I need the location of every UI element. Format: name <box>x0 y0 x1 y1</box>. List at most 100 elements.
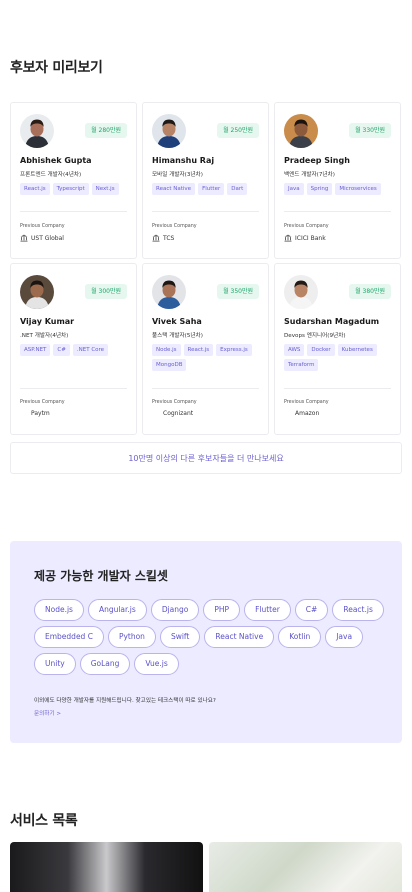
skill-chip[interactable]: Vue.js <box>134 653 179 675</box>
candidate-card[interactable]: 월 350만원 Vivek Saha 풀스택 개발자(5년차) Node.js Reac… <box>142 263 269 435</box>
skill-tag: Dart <box>227 183 248 195</box>
skill-tag: Next.js <box>91 183 119 195</box>
more-candidates-button[interactable]: 10만명 이상의 다른 후보자들을 더 만나보세요 <box>10 442 402 474</box>
company-name: Cognizant <box>163 409 194 417</box>
bank-icon <box>20 234 28 242</box>
candidate-role: 백엔드 개발자(7년차) <box>284 172 335 178</box>
candidate-name: Vivek Saha <box>152 317 202 326</box>
skill-tag: Microservices <box>335 183 381 195</box>
previous-company: Amazon <box>284 409 319 417</box>
skill-chip[interactable]: Flutter <box>244 599 291 621</box>
skills-list: Node.js Angular.js Django PHP Flutter C# React… <box>34 599 384 675</box>
skill-tag: Java <box>284 183 304 195</box>
skill-tag: Typescript <box>52 183 89 195</box>
skills-panel: 제공 가능한 개발자 스킬셋 Node.js Angular.js Django PH… <box>10 541 402 743</box>
skill-chip[interactable]: Angular.js <box>87 599 147 621</box>
skill-chip[interactable]: GoLang <box>79 653 131 675</box>
skill-tag: AWS <box>284 344 305 356</box>
skill-tags: ASP.NET C# .NET Core <box>20 344 130 356</box>
company-placeholder-icon <box>20 409 28 417</box>
previous-company: TCS <box>152 234 174 242</box>
skill-tag: Terraform <box>284 359 319 371</box>
previous-company: ICICI Bank <box>284 234 326 242</box>
bank-icon <box>152 234 160 242</box>
salary-badge: 월 380만원 <box>349 284 391 299</box>
skills-note: 이외에도 다양한 개발자를 지원해드립니다. 찾고있는 테크스택이 따로 있나요… <box>34 698 216 704</box>
card-divider <box>20 211 127 212</box>
services-section-title: 서비스 목록 <box>10 813 78 829</box>
contact-link[interactable]: 문의하기 > <box>34 709 61 717</box>
skill-tags: React Native Flutter Dart <box>152 183 262 195</box>
previous-company-label: Previous Company <box>284 400 329 405</box>
service-image-1[interactable] <box>10 842 203 892</box>
candidate-name: Sudarshan Magadum <box>284 317 380 326</box>
previous-company-label: Previous Company <box>20 400 65 405</box>
card-divider <box>152 211 259 212</box>
skill-tag: C# <box>53 344 70 356</box>
candidate-role: 프론트엔드 개발자(4년차) <box>20 172 82 178</box>
bank-icon <box>284 234 292 242</box>
candidate-name: Himanshu Raj <box>152 156 215 165</box>
candidate-role: Devops 엔지니어(9년차) <box>284 333 346 339</box>
avatar <box>152 275 186 309</box>
candidate-role: 풀스택 개발자(5년차) <box>152 333 203 339</box>
card-divider <box>20 388 127 389</box>
previous-company: UST Global <box>20 234 64 242</box>
company-name: UST Global <box>31 234 64 242</box>
company-placeholder-icon <box>152 409 160 417</box>
company-placeholder-icon <box>284 409 292 417</box>
card-divider <box>152 388 259 389</box>
previous-company-label: Previous Company <box>284 224 329 229</box>
skill-tags: AWS Docker Kubernetes Terraform <box>284 344 394 371</box>
candidate-card[interactable]: 월 280만원 Abhishek Gupta 프론트엔드 개발자(4년차) React… <box>10 102 137 259</box>
company-name: Paytm <box>31 409 50 417</box>
company-name: TCS <box>163 234 175 242</box>
candidate-role: .NET 개발자(4년차) <box>20 333 69 339</box>
skills-title: 제공 가능한 개발자 스킬셋 <box>34 569 168 583</box>
candidate-card[interactable]: 월 300만원 Vijay Kumar .NET 개발자(4년차) ASP.NET C#… <box>10 263 137 435</box>
skill-chip[interactable]: Django <box>150 599 200 621</box>
skill-tag: React.js <box>20 183 50 195</box>
skill-tag: Spring <box>306 183 333 195</box>
skill-tags: React.js Typescript Next.js <box>20 183 130 195</box>
salary-badge: 월 330만원 <box>349 123 391 138</box>
service-image-2[interactable] <box>209 842 402 892</box>
skill-chip[interactable]: C# <box>294 599 329 621</box>
skill-tag: Express.js <box>216 344 252 356</box>
skill-chip[interactable]: React.js <box>332 599 384 621</box>
skill-tag: Flutter <box>198 183 225 195</box>
avatar <box>284 114 318 148</box>
avatar <box>20 275 54 309</box>
skill-chip[interactable]: React Native <box>204 626 275 648</box>
avatar <box>20 114 54 148</box>
candidate-role: 모바일 개발자(3년차) <box>152 172 203 178</box>
skill-chip[interactable]: Python <box>107 626 156 648</box>
candidate-grid: 월 280만원 Abhishek Gupta 프론트엔드 개발자(4년차) React… <box>10 102 402 435</box>
skill-chip[interactable]: Kotlin <box>278 626 322 648</box>
skill-tags: Node.js React.js Express.js MongoDB <box>152 344 262 371</box>
skill-chip[interactable]: Swift <box>159 626 201 648</box>
company-name: Amazon <box>295 409 320 417</box>
skill-chip[interactable]: Unity <box>34 653 76 675</box>
skill-chip[interactable]: PHP <box>203 599 241 621</box>
candidate-card[interactable]: 월 380만원 Sudarshan Magadum Devops 엔지니어(9년차)… <box>274 263 401 435</box>
previous-company: Paytm <box>20 409 50 417</box>
previous-company-label: Previous Company <box>20 224 65 229</box>
skill-tags: Java Spring Microservices <box>284 183 394 195</box>
candidate-card[interactable]: 월 330만원 Pradeep Singh 백엔드 개발자(7년차) Java Spri… <box>274 102 401 259</box>
company-name: ICICI Bank <box>295 234 326 242</box>
salary-badge: 월 250만원 <box>217 123 259 138</box>
card-divider <box>284 388 391 389</box>
previous-company: Cognizant <box>152 409 193 417</box>
preview-section-title: 후보자 미리보기 <box>10 60 103 76</box>
salary-badge: 월 350만원 <box>217 284 259 299</box>
skill-chip[interactable]: Java <box>325 626 364 648</box>
skill-chip[interactable]: Node.js <box>34 599 84 621</box>
candidate-card[interactable]: 월 250만원 Himanshu Raj 모바일 개발자(3년차) React Nat… <box>142 102 269 259</box>
skill-chip[interactable]: Embedded C <box>34 626 104 648</box>
avatar <box>284 275 318 309</box>
skill-tag: MongoDB <box>152 359 187 371</box>
salary-badge: 월 300만원 <box>85 284 127 299</box>
candidate-name: Pradeep Singh <box>284 156 350 165</box>
candidate-name: Abhishek Gupta <box>20 156 92 165</box>
